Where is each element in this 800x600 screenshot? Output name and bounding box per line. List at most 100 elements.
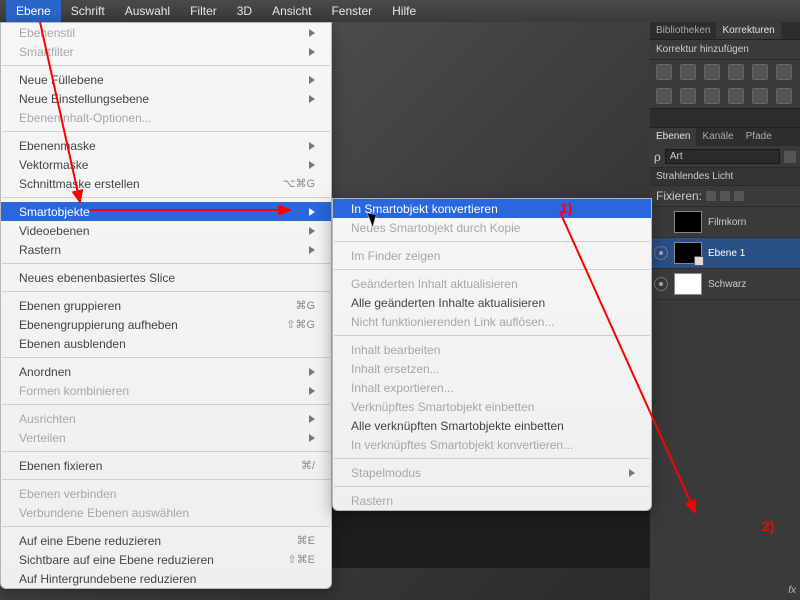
- ebene-menu-separator: [2, 357, 330, 358]
- smartobjekte-menu-item[interactable]: In Smartobjekt konvertieren: [333, 199, 651, 218]
- app-menubar: Ebene Schrift Auswahl Filter 3D Ansicht …: [0, 0, 800, 22]
- layer-group[interactable]: Strahlendes Licht: [650, 168, 800, 186]
- menu-item-label: Formen kombinieren: [19, 384, 129, 398]
- ebene-menu-item[interactable]: Smartobjekte: [1, 202, 331, 221]
- menu-auswahl[interactable]: Auswahl: [115, 0, 180, 22]
- smartobjekte-menu-item: Nicht funktionierenden Link auflösen...: [333, 312, 651, 331]
- lock-icon[interactable]: [720, 191, 730, 201]
- submenu-arrow-icon: [629, 466, 635, 480]
- menu-item-label: Ebenenmaske: [19, 139, 96, 153]
- submenu-arrow-icon: [309, 224, 315, 238]
- ebene-menu-item: Smartfilter: [1, 42, 331, 61]
- keyboard-shortcut: ⌘G: [275, 299, 315, 312]
- ebene-menu-item[interactable]: Vektormaske: [1, 155, 331, 174]
- layer-row-ebene1[interactable]: Ebene 1: [650, 238, 800, 269]
- ebene-menu-item: Verteilen: [1, 428, 331, 447]
- visibility-icon[interactable]: [654, 277, 668, 291]
- smartobjekte-menu-separator: [334, 458, 650, 459]
- lock-icon[interactable]: [706, 191, 716, 201]
- adjust-icon[interactable]: [776, 64, 792, 80]
- layer-hidden-row[interactable]: Filmkorn: [650, 207, 800, 238]
- ebene-menu-item[interactable]: Ebenen ausblenden: [1, 334, 331, 353]
- adjust-icon[interactable]: [656, 88, 672, 104]
- menu-item-label: Ebenen fixieren: [19, 459, 102, 473]
- smartobjekte-menu-item[interactable]: Alle verknüpften Smartobjekte einbetten: [333, 416, 651, 435]
- tab-korrekturen[interactable]: Korrekturen: [716, 22, 780, 39]
- ebene-menu-item[interactable]: Rastern: [1, 240, 331, 259]
- menu-item-label: Ebeneninhalt-Optionen...: [19, 111, 152, 125]
- smartobjekte-menu-item: In verknüpftes Smartobjekt konvertieren.…: [333, 435, 651, 454]
- ebene-menu-item[interactable]: Ebenenmaske: [1, 136, 331, 155]
- ebene-menu-item[interactable]: Auf eine Ebene reduzieren⌘E: [1, 531, 331, 550]
- lock-label: Fixieren:: [656, 189, 702, 203]
- menu-item-label: Ebenen verbinden: [19, 487, 116, 501]
- ebene-menu-separator: [2, 291, 330, 292]
- submenu-arrow-icon: [309, 412, 315, 426]
- menu-item-label: Im Finder zeigen: [351, 249, 440, 263]
- ebene-menu-item[interactable]: Auf Hintergrundebene reduzieren: [1, 569, 331, 588]
- menu-item-label: Schnittmaske erstellen: [19, 177, 140, 191]
- tab-pfade[interactable]: Pfade: [740, 128, 778, 146]
- smartobjekte-menu-item: Neues Smartobjekt durch Kopie: [333, 218, 651, 237]
- adjust-icon[interactable]: [776, 88, 792, 104]
- layer-name[interactable]: Schwarz: [708, 279, 746, 290]
- menu-item-label: Neues ebenenbasiertes Slice: [19, 271, 175, 285]
- tab-kanaele[interactable]: Kanäle: [696, 128, 739, 146]
- menu-hilfe[interactable]: Hilfe: [382, 0, 426, 22]
- ebene-menu-separator: [2, 197, 330, 198]
- ebene-menu-item[interactable]: Ebenengruppierung aufheben⇧⌘G: [1, 315, 331, 334]
- ebene-menu-item[interactable]: Videoebenen: [1, 221, 331, 240]
- smartobjekte-menu-separator: [334, 241, 650, 242]
- smartobjekte-menu-item: Inhalt bearbeiten: [333, 340, 651, 359]
- adjust-icon[interactable]: [704, 88, 720, 104]
- visibility-icon[interactable]: [654, 246, 668, 260]
- ebene-menu-item[interactable]: Neue Einstellungsebene: [1, 89, 331, 108]
- ebene-menu-item[interactable]: Neue Füllebene: [1, 70, 331, 89]
- adjust-icon[interactable]: [728, 64, 744, 80]
- menu-item-label: Ebenen ausblenden: [19, 337, 126, 351]
- adjust-icon[interactable]: [680, 88, 696, 104]
- menu-item-label: Neues Smartobjekt durch Kopie: [351, 221, 520, 235]
- menu-3d[interactable]: 3D: [227, 0, 262, 22]
- submenu-arrow-icon: [309, 73, 315, 87]
- tab-ebenen[interactable]: Ebenen: [650, 128, 696, 146]
- ebene-menu-item[interactable]: Ebenen gruppieren⌘G: [1, 296, 331, 315]
- ebene-menu-separator: [2, 263, 330, 264]
- adjust-icon[interactable]: [680, 64, 696, 80]
- ebene-menu-item[interactable]: Neues ebenenbasiertes Slice: [1, 268, 331, 287]
- ebene-menu-item[interactable]: Schnittmaske erstellen ⌥⌘G: [1, 174, 331, 193]
- adjust-icon[interactable]: [656, 64, 672, 80]
- adjust-icon[interactable]: [752, 64, 768, 80]
- ebene-menu-separator: [2, 526, 330, 527]
- smartobjekte-menu-item: Geänderten Inhalt aktualisieren: [333, 274, 651, 293]
- submenu-arrow-icon: [309, 243, 315, 257]
- keyboard-shortcut: ⌘/: [281, 459, 315, 472]
- layer-row-schwarz[interactable]: Schwarz: [650, 269, 800, 300]
- menu-item-label: Auf Hintergrundebene reduzieren: [19, 572, 196, 586]
- ebene-menu-item: Ausrichten: [1, 409, 331, 428]
- tab-bibliotheken[interactable]: Bibliotheken: [650, 22, 716, 39]
- kind-select[interactable]: Art: [665, 149, 780, 164]
- menu-item-label: Anordnen: [19, 365, 71, 379]
- ebene-menu-item[interactable]: Ebenen fixieren ⌘/: [1, 456, 331, 475]
- layer-name[interactable]: Ebene 1: [708, 248, 745, 259]
- filter-icon[interactable]: [784, 151, 796, 163]
- ebene-menu-item[interactable]: Sichtbare auf eine Ebene reduzieren⇧⌘E: [1, 550, 331, 569]
- menu-item-label: Ebenengruppierung aufheben: [19, 318, 178, 332]
- adjust-icon[interactable]: [752, 88, 768, 104]
- menu-filter[interactable]: Filter: [180, 0, 227, 22]
- smartobjekte-menu-item: Stapelmodus: [333, 463, 651, 482]
- lock-icon[interactable]: [734, 191, 744, 201]
- adjust-icons-row1: [650, 60, 800, 84]
- menu-item-label: Alle verknüpften Smartobjekte einbetten: [351, 419, 564, 433]
- menu-fenster[interactable]: Fenster: [321, 0, 382, 22]
- adjust-icon[interactable]: [728, 88, 744, 104]
- smartobjekte-menu-item[interactable]: Alle geänderten Inhalte aktualisieren: [333, 293, 651, 312]
- ebene-menu-separator: [2, 131, 330, 132]
- menu-schrift[interactable]: Schrift: [61, 0, 115, 22]
- ebene-menu-item[interactable]: Anordnen: [1, 362, 331, 381]
- adjust-icon[interactable]: [704, 64, 720, 80]
- menu-ansicht[interactable]: Ansicht: [262, 0, 321, 22]
- keyboard-shortcut: ⌥⌘G: [263, 177, 315, 190]
- menu-ebene[interactable]: Ebene: [6, 0, 61, 22]
